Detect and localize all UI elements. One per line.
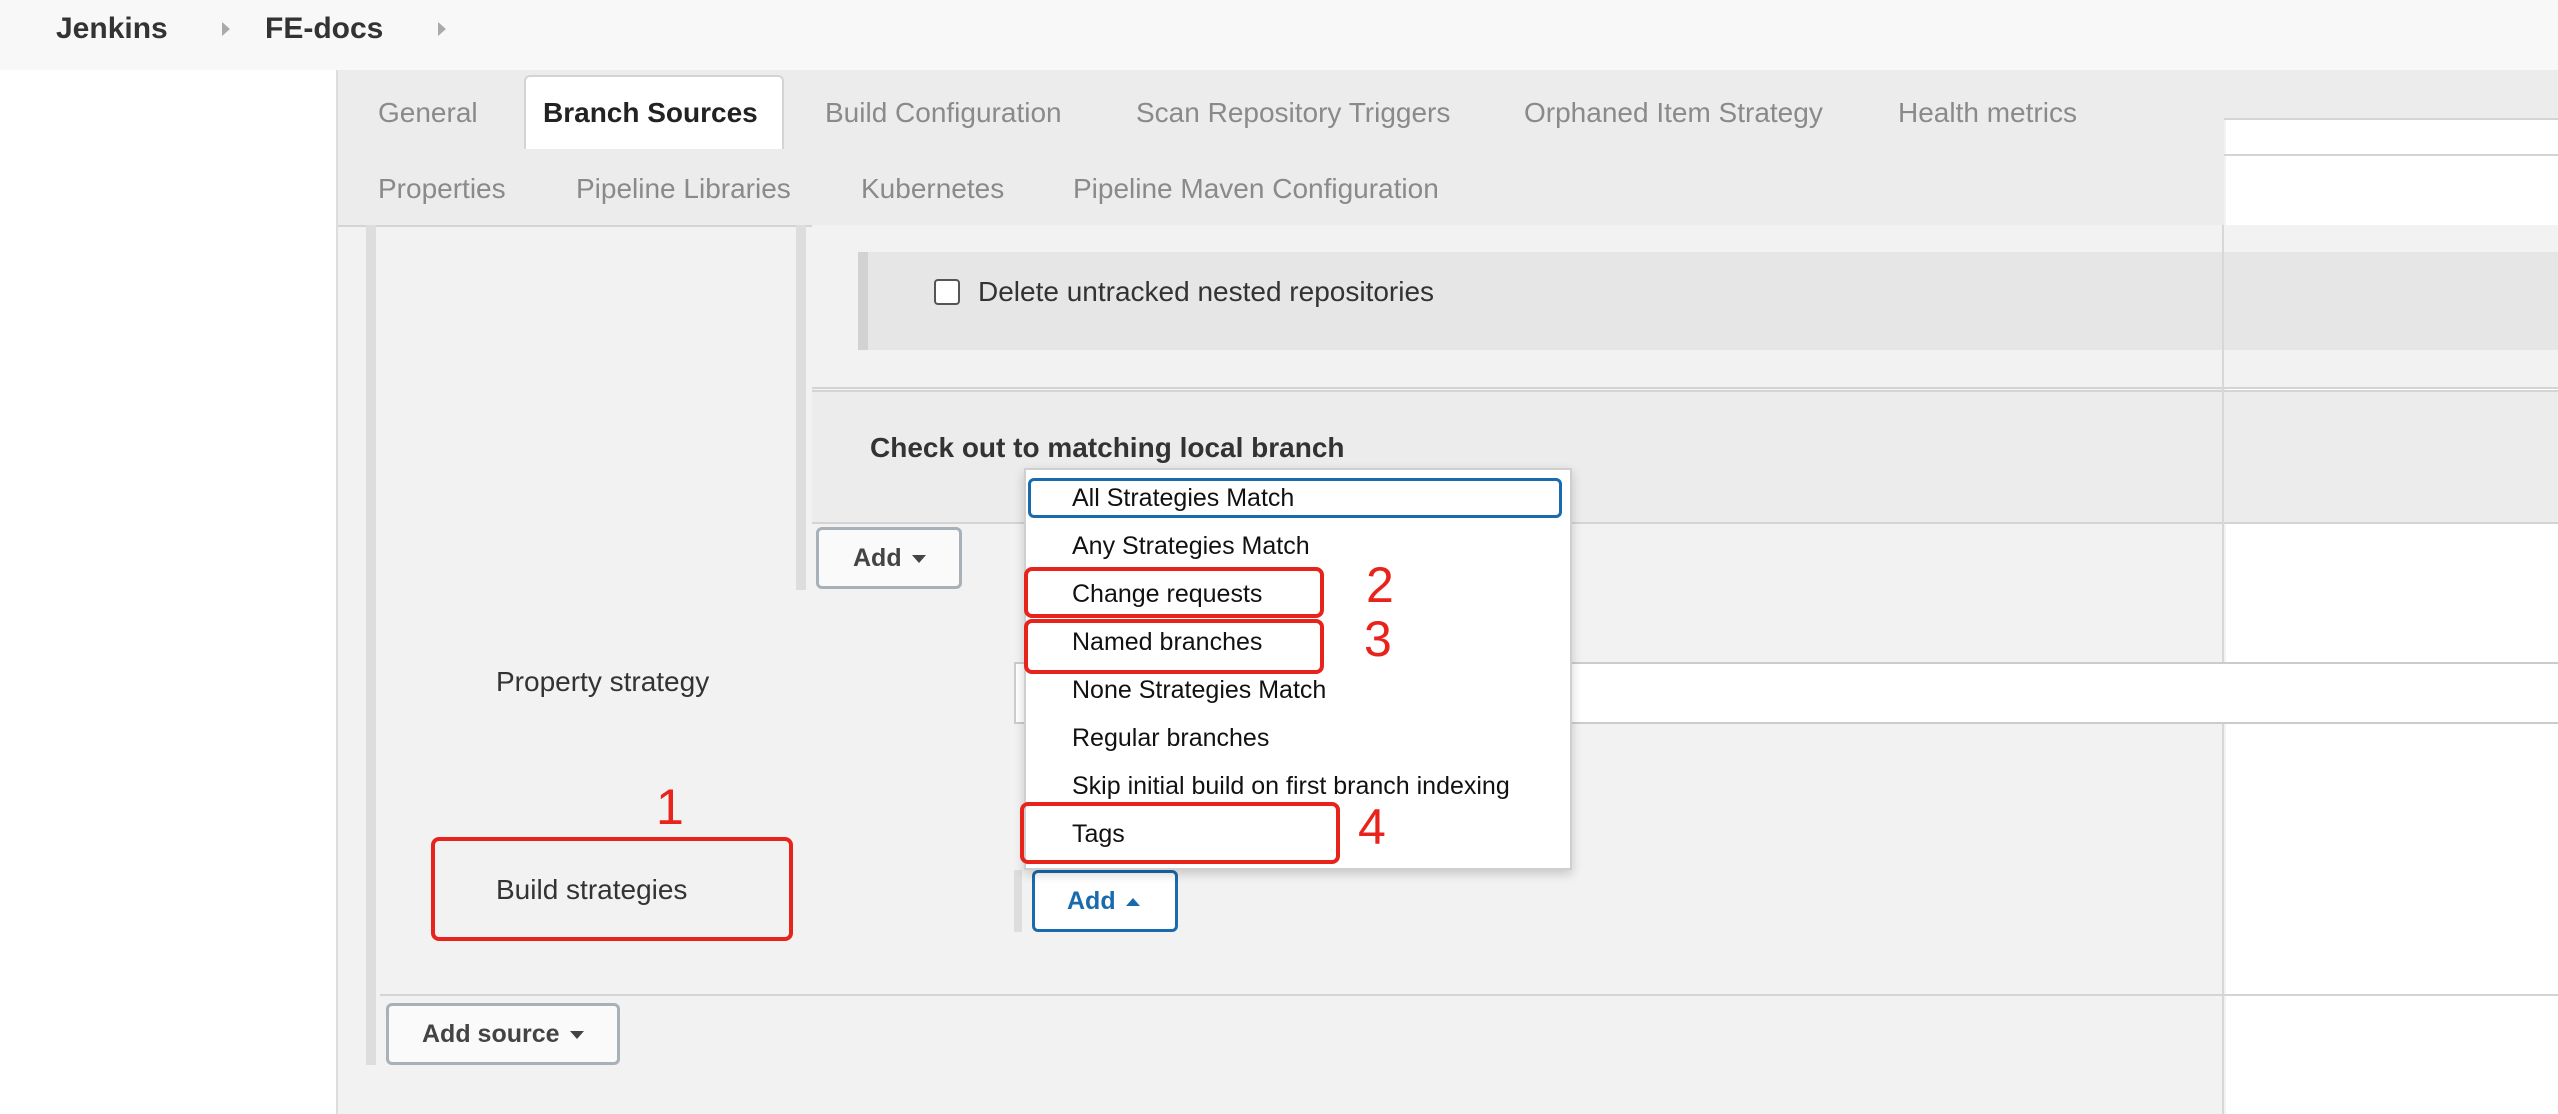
divider [2224, 154, 2558, 156]
divider [380, 994, 2558, 996]
tab-branch-sources[interactable]: Branch Sources [543, 97, 758, 129]
breadcrumb-chevron-icon[interactable] [222, 22, 230, 36]
delete-untracked-checkbox[interactable] [934, 279, 960, 305]
tab-kubernetes[interactable]: Kubernetes [861, 173, 1004, 205]
annotation-number-1: 1 [656, 779, 684, 835]
caret-down-icon [911, 555, 926, 564]
add-source-label: Add source [422, 1020, 560, 1048]
menu-item-regular-branches[interactable]: Regular branches [1072, 724, 1269, 753]
section-indent-bar [1014, 870, 1022, 932]
add-build-strategy-button[interactable]: Add [1032, 870, 1178, 932]
caret-up-icon [1125, 898, 1140, 907]
annotation-number-4: 4 [1358, 799, 1386, 855]
add-button-label: Add [1067, 887, 1116, 915]
menu-item-skip-initial-build[interactable]: Skip initial build on first branch index… [1072, 772, 1510, 801]
annotation-number-2: 2 [1366, 557, 1394, 613]
checkout-local-branch-title: Check out to matching local branch [870, 432, 1345, 463]
tab-scan-repository-triggers[interactable]: Scan Repository Triggers [1136, 97, 1450, 129]
annotation-box-4 [1020, 802, 1340, 864]
annotation-box-3 [1024, 619, 1324, 674]
tab-orphaned-item-strategy[interactable]: Orphaned Item Strategy [1524, 97, 1823, 129]
add-button-label: Add [853, 544, 902, 572]
annotation-box-2 [1024, 567, 1324, 618]
tab-pipeline-libraries[interactable]: Pipeline Libraries [576, 173, 791, 205]
add-behaviour-button[interactable]: Add [816, 527, 962, 589]
caret-down-icon [569, 1031, 584, 1040]
add-source-button[interactable]: Add source [386, 1003, 620, 1065]
section-indent-bar [796, 225, 806, 590]
menu-item-all-strategies-match[interactable]: All Strategies Match [1072, 484, 1294, 513]
tab-properties[interactable]: Properties [378, 173, 506, 205]
property-strategy-label: Property strategy [496, 666, 710, 697]
breadcrumb-fe-docs[interactable]: FE-docs [265, 12, 383, 46]
menu-item-none-strategies-match[interactable]: None Strategies Match [1072, 676, 1326, 705]
delete-untracked-label: Delete untracked nested repositories [978, 276, 1435, 307]
annotation-box-1 [431, 837, 793, 941]
menu-item-any-strategies-match[interactable]: Any Strategies Match [1072, 532, 1310, 561]
breadcrumb-bar: Jenkins FE-docs [0, 0, 2558, 70]
tab-build-configuration[interactable]: Build Configuration [825, 97, 1062, 129]
breadcrumb-jenkins[interactable]: Jenkins [56, 12, 168, 46]
tab-pipeline-maven-configuration[interactable]: Pipeline Maven Configuration [1073, 173, 1439, 205]
annotation-number-3: 3 [1364, 611, 1392, 667]
tab-general[interactable]: General [378, 97, 478, 129]
section-indent-bar [366, 225, 376, 1065]
breadcrumb-chevron-icon[interactable] [438, 22, 446, 36]
right-strip [2224, 70, 2558, 120]
tab-health-metrics[interactable]: Health metrics [1898, 97, 2077, 129]
